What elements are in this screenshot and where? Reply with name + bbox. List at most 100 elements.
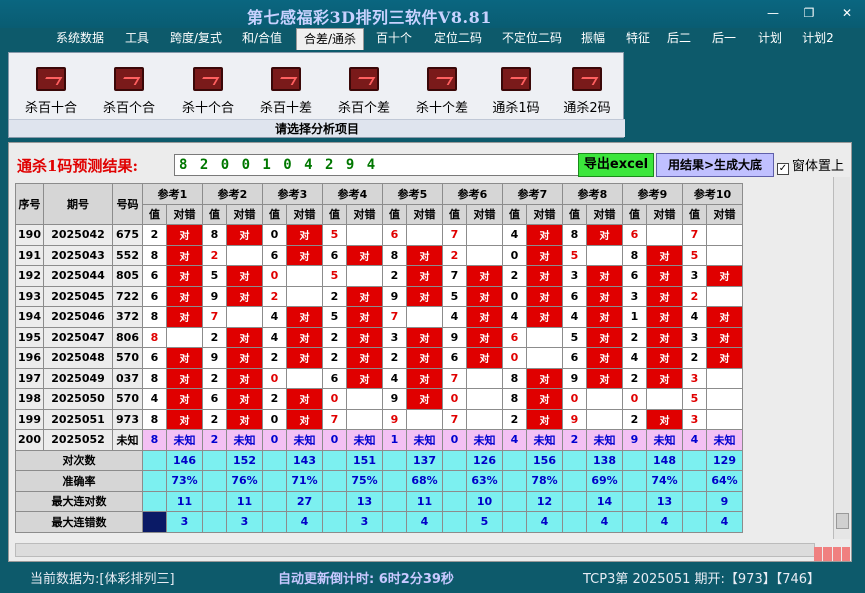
window-ontop-checkbox[interactable]: ✓ 窗体置上: [777, 155, 844, 175]
sub-header-value: 值: [442, 203, 467, 225]
menu-item-10[interactable]: 后二: [662, 28, 696, 50]
table-row[interactable]: 198 2025050 570 4 对 6 对 2 对 0 9 对 0 8 对 0 0 5: [15, 388, 743, 410]
ref-value: 6: [622, 265, 647, 287]
stat-spacer: [682, 449, 707, 471]
menu-item-11[interactable]: 后一: [707, 28, 741, 50]
sub-header-correct: 对错: [346, 203, 383, 225]
correct-mark: 对: [166, 367, 203, 389]
menu-item-7[interactable]: 不定位二码: [494, 28, 570, 50]
tool-button-6[interactable]: 通杀1码: [480, 67, 552, 116]
table-row[interactable]: 194 2025046 372 8 对 7 4 对 5 对 7 4 对 4 对 4 对 1 对 4 对: [15, 306, 743, 328]
tool-button-7[interactable]: 通杀2码: [551, 67, 623, 116]
stat-value: 74%: [646, 470, 683, 492]
prediction-result-field[interactable]: 8 2 0 0 1 0 4 2 9 4: [174, 154, 580, 176]
col-header-ref: 参考10: [682, 183, 743, 205]
ref-value: 2: [382, 265, 407, 287]
tool-button-3[interactable]: 杀百十差: [250, 67, 322, 116]
stat-spacer: [442, 470, 467, 492]
menu-item-13[interactable]: 计划2: [798, 28, 838, 50]
stat-spacer: [622, 449, 647, 471]
ref-value: 7: [442, 408, 467, 430]
table-row[interactable]: 195 2025047 806 8 2 对 4 对 2 对 3 对 9 对 6 5 对 2 对 3 对: [15, 326, 743, 348]
empty-mark: [166, 326, 203, 348]
menu-item-8[interactable]: 振幅: [576, 28, 610, 50]
stat-value: 12: [526, 490, 563, 512]
table-row[interactable]: 196 2025048 570 6 对 9 对 2 对 2 对 2 对 6 对 0 6 对 4 对 2 对: [15, 347, 743, 369]
generate-base-button[interactable]: 用结果>生成大底: [656, 153, 774, 177]
empty-mark: [706, 285, 743, 307]
table-row[interactable]: 191 2025043 552 8 对 2 6 对 6 对 8 对 2 0 对 5 8 对 5: [15, 244, 743, 266]
stat-spacer: [142, 470, 167, 492]
table-row[interactable]: 190 2025042 675 2 对 8 对 0 对 5 6 7 4 对 8 对 6 7: [15, 224, 743, 246]
stat-value: 11: [166, 490, 203, 512]
ref-value: 2: [682, 285, 707, 307]
export-excel-button[interactable]: 导出excel: [578, 153, 654, 177]
correct-mark: 对: [346, 306, 383, 328]
tool-button-2[interactable]: 杀十个合: [172, 67, 244, 116]
ref-value: 2: [322, 285, 347, 307]
vertical-scrollbar[interactable]: [833, 177, 850, 539]
chart-icon: [501, 67, 531, 91]
stat-value: 4: [406, 511, 443, 533]
row-seq: 191: [15, 244, 44, 266]
maximize-icon[interactable]: ❐: [800, 5, 818, 21]
menu-item-9[interactable]: 特征: [621, 28, 655, 50]
correct-mark: 对: [586, 285, 623, 307]
stat-spacer: [262, 470, 287, 492]
ref-value: 5: [562, 326, 587, 348]
sub-header-value: 值: [382, 203, 407, 225]
col-header-ref: 参考7: [502, 183, 563, 205]
col-header-ref: 参考8: [562, 183, 623, 205]
stat-spacer: [382, 511, 407, 533]
stat-spacer: [262, 511, 287, 533]
correct-mark: 对: [166, 244, 203, 266]
col-header-ref: 参考9: [622, 183, 683, 205]
table-row[interactable]: 193 2025045 722 6 对 9 对 2 2 对 9 对 5 对 0 对 6 对 3 对 2: [15, 285, 743, 307]
predicted-value: 0: [262, 429, 287, 451]
menu-item-3[interactable]: 和/合值: [236, 28, 288, 50]
menu-item-5[interactable]: 百十个: [372, 28, 416, 50]
stat-spacer: [382, 490, 407, 512]
correct-mark: 对: [286, 224, 323, 246]
stat-spacer: [442, 449, 467, 471]
table-row[interactable]: 192 2025044 805 6 对 5 对 0 5 2 对 7 对 2 对 3 对 6 对 3 对: [15, 265, 743, 287]
table-row[interactable]: 197 2025049 037 8 对 2 对 0 6 对 4 对 7 8 对 9 对 2 对 3: [15, 367, 743, 389]
menu-item-1[interactable]: 工具: [120, 28, 154, 50]
ref-value: 8: [502, 388, 527, 410]
col-header-period: 期号: [43, 183, 113, 225]
ref-value: 8: [142, 306, 167, 328]
correct-mark: 对: [526, 265, 563, 287]
unknown-mark: 未知: [406, 429, 443, 451]
menu-item-6[interactable]: 定位二码: [428, 28, 488, 50]
ref-value: 4: [382, 367, 407, 389]
correct-mark: 对: [166, 347, 203, 369]
tool-button-4[interactable]: 杀百个差: [328, 67, 400, 116]
ref-value: 9: [442, 326, 467, 348]
ref-value: 5: [682, 244, 707, 266]
scroll-thumb[interactable]: [836, 513, 849, 529]
checkbox-check-icon[interactable]: ✓: [777, 163, 789, 175]
menu-item-12[interactable]: 计划: [753, 28, 787, 50]
menu-item-0[interactable]: 系统数据: [50, 28, 110, 50]
sub-header-value: 值: [622, 203, 647, 225]
correct-mark: 对: [286, 306, 323, 328]
horizontal-scrollbar[interactable]: [15, 543, 815, 557]
ref-value: 8: [142, 408, 167, 430]
menu-item-4[interactable]: 合差/通杀: [296, 28, 364, 50]
stat-spacer: [382, 470, 407, 492]
empty-mark: [226, 306, 263, 328]
chart-icon: [572, 67, 602, 91]
empty-mark: [346, 224, 383, 246]
close-icon[interactable]: ✕: [838, 5, 856, 21]
table-row[interactable]: 199 2025051 973 8 对 2 对 0 对 7 9 7 2 对 9 2 对 3: [15, 408, 743, 430]
menu-item-2[interactable]: 跨度/复式: [163, 28, 229, 50]
chart-icon: [349, 67, 379, 91]
minimize-icon[interactable]: —: [764, 5, 782, 21]
tool-button-0[interactable]: 杀百十合: [15, 67, 87, 116]
tool-button-5[interactable]: 杀十个差: [406, 67, 478, 116]
tool-button-1[interactable]: 杀百个合: [93, 67, 165, 116]
current-period-row[interactable]: 200 2025052 未知 8 未知 2 未知 0 未知 0 未知 1 未知 0 未知 4 未知 2 未知 9 未知 4…: [15, 429, 743, 451]
stat-spacer: [682, 490, 707, 512]
predicted-value: 8: [142, 429, 167, 451]
ref-value: 9: [562, 367, 587, 389]
